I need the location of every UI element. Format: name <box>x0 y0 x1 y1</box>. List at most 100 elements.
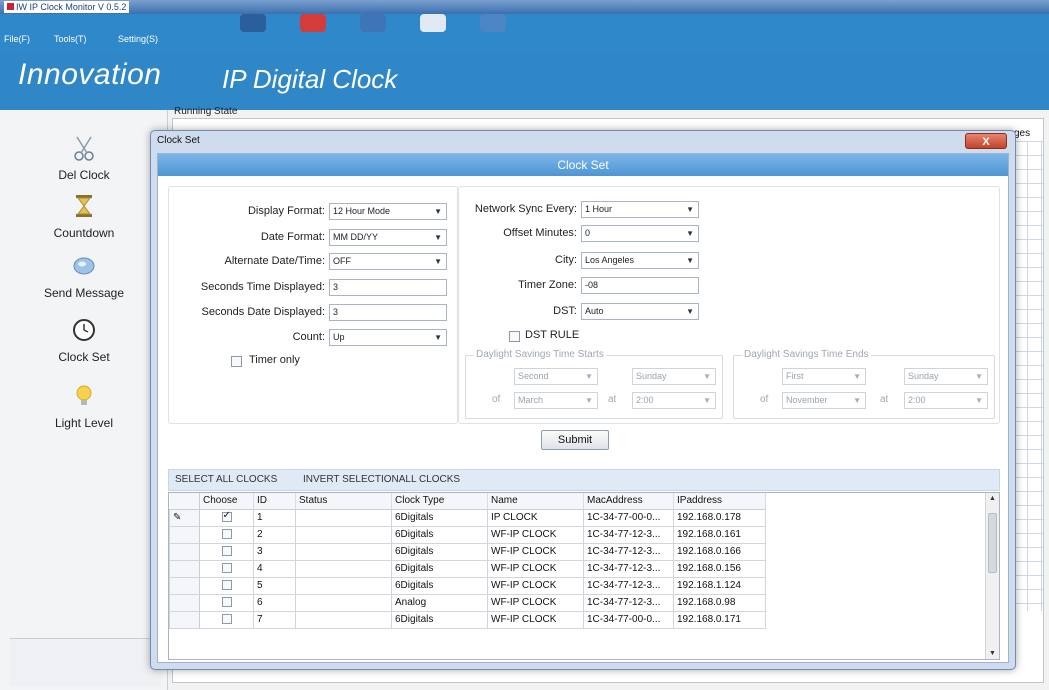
column-header[interactable]: Choose <box>199 493 254 510</box>
sidebar-footer <box>10 638 162 686</box>
message-icon <box>73 257 95 275</box>
table-row[interactable]: 4 6Digitals WF-IP CLOCK 1C-34-77-12-3... 192… <box>169 559 766 578</box>
timer-only-checkbox[interactable] <box>231 356 242 367</box>
dst-start-day-select[interactable]: Sunday ▼ <box>632 368 716 385</box>
bulb-icon <box>76 385 92 405</box>
scroll-thumb[interactable] <box>988 513 997 573</box>
row-header[interactable] <box>169 525 200 544</box>
alternate-value: OFF <box>333 256 351 266</box>
count-label: Count: <box>292 331 325 343</box>
column-header[interactable]: Status <box>295 493 392 510</box>
row-header[interactable] <box>169 610 200 629</box>
dst-end-week-select[interactable]: First ▼ <box>782 368 866 385</box>
timezone-input[interactable]: -08 <box>581 277 699 294</box>
light-level-label: Light Level <box>54 416 114 430</box>
dst-end-month-select[interactable]: November ▼ <box>782 392 866 409</box>
dialog-close-button[interactable]: X <box>965 133 1007 149</box>
choose-cell[interactable] <box>199 559 254 578</box>
clock-grid: Choose ID Status Clock Type Name MacAddr… <box>169 493 766 629</box>
choose-cell[interactable] <box>199 525 254 544</box>
close-icon: X <box>982 136 990 148</box>
row-checkbox[interactable] <box>221 597 232 608</box>
choose-cell[interactable] <box>199 576 254 595</box>
row-checkbox[interactable] <box>221 580 232 591</box>
choose-cell[interactable] <box>199 610 254 629</box>
column-header[interactable]: ID <box>253 493 296 510</box>
menu-setting[interactable]: Setting(S) <box>118 34 158 44</box>
row-checkbox[interactable] <box>221 529 232 540</box>
table-row[interactable]: 7 6Digitals WF-IP CLOCK 1C-34-77-00-0... 192… <box>169 610 766 629</box>
invert-selection-link[interactable]: INVERT SELECTIONALL CLOCKS <box>303 474 460 485</box>
app-title: IP Digital Clock <box>222 64 398 94</box>
clock-type-cell: 6Digitals <box>391 610 488 629</box>
choose-cell[interactable] <box>199 508 254 527</box>
status-cell <box>295 576 392 595</box>
del-clock-button[interactable]: Del Clock <box>0 134 168 182</box>
seconds-date-input[interactable]: 3 <box>329 304 447 321</box>
city-select[interactable]: Los Angeles ▼ <box>581 252 699 269</box>
seconds-time-input[interactable]: 3 <box>329 279 447 296</box>
alternate-select[interactable]: OFF ▼ <box>329 253 447 270</box>
row-header[interactable] <box>169 576 200 595</box>
dialog-body: Clock Set Display Format: 12 Hour Mode ▼ … <box>157 153 1009 663</box>
countdown-button[interactable]: Countdown <box>0 192 168 240</box>
mac-cell: 1C-34-77-12-3... <box>583 525 674 544</box>
row-checkbox[interactable] <box>221 546 232 557</box>
submit-button[interactable]: Submit <box>541 430 609 450</box>
dst-end-day-select[interactable]: Sunday ▼ <box>904 368 988 385</box>
sync-select[interactable]: 1 Hour ▼ <box>581 201 699 218</box>
chevron-down-icon: ▼ <box>686 256 694 265</box>
table-row[interactable]: 6 Analog WF-IP CLOCK 1C-34-77-12-3... 192.16… <box>169 593 766 612</box>
column-header[interactable]: Clock Type <box>391 493 488 510</box>
table-row[interactable]: 2 6Digitals WF-IP CLOCK 1C-34-77-12-3... 192… <box>169 525 766 544</box>
dst-start-week-select[interactable]: Second ▼ <box>514 368 598 385</box>
send-message-button[interactable]: Send Message <box>0 252 168 300</box>
row-checkbox[interactable] <box>221 510 232 523</box>
row-checkbox[interactable] <box>221 563 232 574</box>
dst-start-day-value: Sunday <box>636 371 667 381</box>
column-header[interactable]: MacAddress <box>583 493 674 510</box>
table-scrollbar[interactable]: ▲ ▼ <box>985 493 999 659</box>
dst-start-time-select[interactable]: 2:00 ▼ <box>632 392 716 409</box>
count-select[interactable]: Up ▼ <box>329 329 447 346</box>
select-all-clocks-link[interactable]: SELECT ALL CLOCKS <box>175 474 277 485</box>
app-icon <box>7 3 14 10</box>
dst-start-week-value: Second <box>518 371 549 381</box>
row-header[interactable] <box>169 593 200 612</box>
clock-set-label: Clock Set <box>58 350 110 364</box>
dst-start-month-select[interactable]: March ▼ <box>514 392 598 409</box>
light-level-button[interactable]: Light Level <box>0 382 168 430</box>
table-row[interactable]: ✎ 1 6DigitalsIP CLOCK1C-34-77-00-0...192.1… <box>169 508 766 527</box>
scroll-up-icon[interactable]: ▲ <box>989 495 996 502</box>
date-format-label: Date Format: <box>260 231 325 243</box>
column-header[interactable]: IPaddress <box>673 493 766 510</box>
date-format-select[interactable]: MM DD/YY ▼ <box>329 229 447 246</box>
dialog-header: Clock Set <box>158 154 1008 176</box>
row-checkbox[interactable] <box>221 614 232 625</box>
id-cell: 1 <box>253 508 296 527</box>
row-header[interactable] <box>169 559 200 578</box>
clock-set-button[interactable]: Clock Set <box>0 316 168 364</box>
choose-cell[interactable] <box>199 542 254 561</box>
ip-cell: 192.168.0.171 <box>673 610 766 629</box>
messages-tab[interactable]: ges <box>1014 128 1030 139</box>
row-header[interactable] <box>169 542 200 561</box>
menu-tools[interactable]: Tools(T) <box>54 34 87 44</box>
dst-select[interactable]: Auto ▼ <box>581 303 699 320</box>
scissors-icon <box>74 136 94 161</box>
table-row[interactable]: 5 6Digitals WF-IP CLOCK 1C-34-77-12-3... 192… <box>169 576 766 595</box>
column-header[interactable]: Name <box>487 493 584 510</box>
scroll-down-icon[interactable]: ▼ <box>989 650 996 657</box>
display-format-select[interactable]: 12 Hour Mode ▼ <box>329 203 447 220</box>
dst-end-time-select[interactable]: 2:00 ▼ <box>904 392 988 409</box>
banner-decoration <box>300 14 326 32</box>
choose-cell[interactable] <box>199 593 254 612</box>
edit-pencil-icon[interactable]: ✎ <box>169 508 200 527</box>
display-settings-group: Display Format: 12 Hour Mode ▼ Date Forma… <box>168 186 458 424</box>
id-cell: 6 <box>253 593 296 612</box>
menu-file[interactable]: File(F) <box>4 34 30 44</box>
offset-select[interactable]: 0 ▼ <box>581 225 699 242</box>
table-row[interactable]: 3 6Digitals WF-IP CLOCK 1C-34-77-12-3... 192… <box>169 542 766 561</box>
dst-rule-checkbox[interactable] <box>509 331 520 342</box>
dialog-title: Clock Set <box>157 135 200 146</box>
